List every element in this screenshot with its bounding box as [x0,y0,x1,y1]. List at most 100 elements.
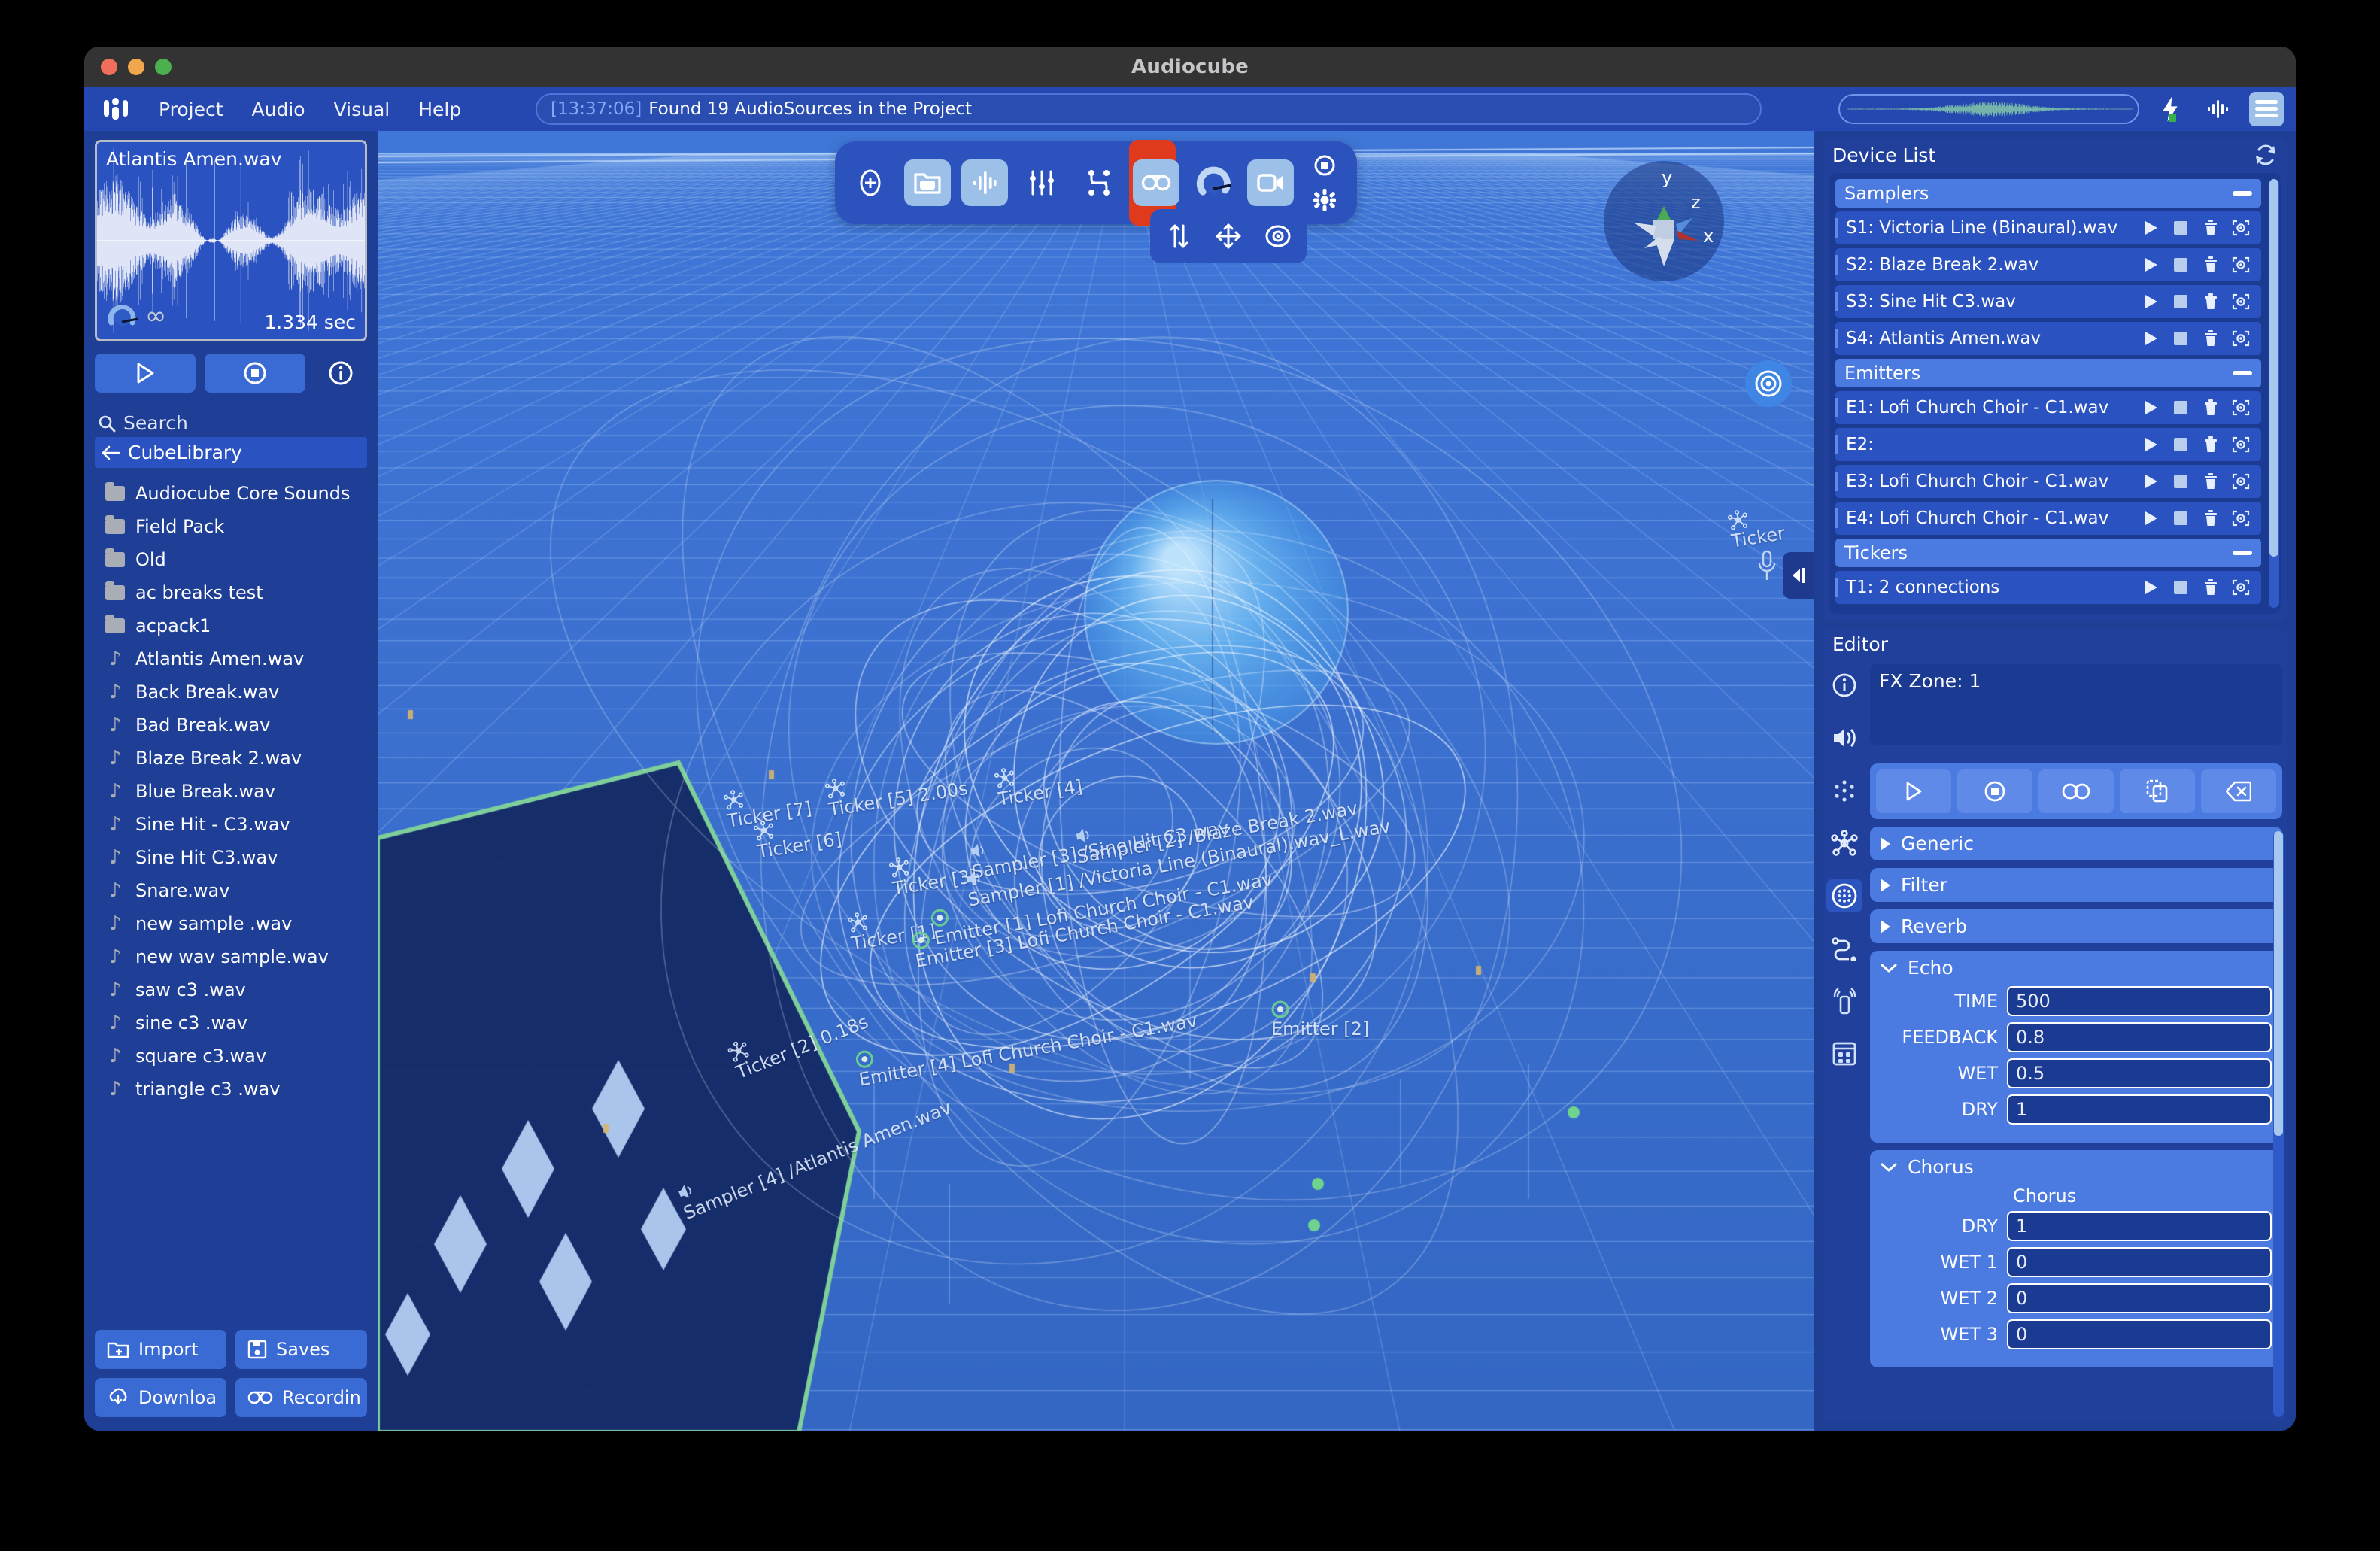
breadcrumb[interactable]: CubeLibrary [95,437,367,468]
routing-tool[interactable] [1076,159,1122,206]
panel-collapse-button[interactable] [1783,552,1814,599]
device-row[interactable]: E4: Lofi Church Choir - C1.wav [1835,502,2261,535]
collapse-icon[interactable] [2233,371,2252,375]
fx-section-reverb[interactable]: Reverb [1870,909,2282,943]
trash-icon[interactable] [2201,398,2221,417]
list-item[interactable]: ♪ new sample .wav [95,907,367,940]
list-item[interactable]: ♪ Blue Break.wav [95,775,367,808]
device-list-body[interactable]: Samplers S1: Victoria Line (Binaural).wav… [1829,173,2281,614]
stop-icon[interactable] [2171,255,2190,275]
play-icon[interactable] [2141,292,2160,311]
list-item[interactable]: Old [95,543,367,576]
master-waveform-preview[interactable] [1838,94,2139,124]
add-object-tool[interactable] [847,159,894,206]
download-button[interactable]: Downloa [95,1378,226,1417]
play-icon[interactable] [2141,329,2160,348]
fx-section-generic[interactable]: Generic [1870,827,2282,860]
play-icon[interactable] [2141,398,2160,417]
device-row[interactable]: S4: Atlantis Amen.wav [1835,322,2261,355]
mixer-tool[interactable] [1018,159,1065,206]
list-item[interactable]: ♪ Blaze Break 2.wav [95,742,367,775]
volume-knob[interactable] [105,299,139,333]
play-icon[interactable] [2141,508,2160,528]
device-row[interactable]: E1: Lofi Church Choir - C1.wav [1835,391,2261,424]
refresh-icon[interactable] [2254,143,2278,167]
focus-icon[interactable] [2231,578,2251,597]
device-row[interactable]: E3: Lofi Church Choir - C1.wav [1835,465,2261,498]
minimize-button[interactable] [128,59,144,75]
editor-main[interactable]: FX Zone: 1 Generic Filter Reverb Echo TI… [1865,658,2287,1422]
fx-field-input[interactable]: 500 [2007,986,2272,1016]
device-group-header[interactable]: Emitters [1835,359,2261,387]
fx-field-input[interactable]: 1 [2007,1211,2272,1241]
fx-field-input[interactable]: 0 [2007,1319,2272,1349]
list-item[interactable]: ♪ Bad Break.wav [95,709,367,742]
waveform-preview-card[interactable]: Atlantis Amen.wav 1.334 sec ∞ [95,140,367,341]
gear-icon[interactable] [1304,184,1345,217]
search-input[interactable]: Search [95,409,367,437]
play-icon[interactable] [2141,255,2160,275]
stop-icon[interactable] [2171,472,2190,491]
play-icon[interactable] [2141,472,2160,491]
lightning-icon[interactable] [2153,92,2187,126]
path-icon[interactable] [1826,932,1862,965]
list-item[interactable]: ♪ new wav sample.wav [95,940,367,973]
device-row[interactable]: S3: Sine Hit C3.wav [1835,285,2261,318]
list-item[interactable]: ♪ Atlantis Amen.wav [95,642,367,675]
list-item[interactable]: acpack1 [95,609,367,642]
stop-icon[interactable] [2171,578,2190,597]
eye-icon[interactable] [1257,215,1299,257]
fx-section-header[interactable]: Chorus [1881,1156,2272,1178]
device-list-scrollbar[interactable] [2269,179,2279,608]
node-graph-icon[interactable] [1826,827,1862,860]
volume-icon[interactable] [1826,721,1862,754]
trash-icon[interactable] [2201,472,2221,491]
trash-icon[interactable] [2201,508,2221,528]
list-item[interactable]: ♪ Back Break.wav [95,675,367,709]
menu-visual[interactable]: Visual [320,94,405,125]
fx-field-input[interactable]: 0 [2007,1247,2272,1277]
device-row[interactable]: E2: [1835,428,2261,461]
list-item[interactable]: ♪ Snare.wav [95,874,367,907]
audio-levels-icon[interactable] [2201,92,2236,126]
menu-icon[interactable] [2249,92,2284,126]
stop-icon[interactable] [2171,435,2190,454]
focus-icon[interactable] [2231,218,2251,238]
capture-tool[interactable] [1304,149,1345,182]
fx-section-filter[interactable]: Filter [1870,868,2282,902]
fx-duplicate-button[interactable] [2120,769,2195,813]
fx-play-button[interactable] [1876,769,1951,813]
menu-audio[interactable]: Audio [238,94,320,125]
focus-icon[interactable] [2231,292,2251,311]
room-tool[interactable] [904,159,951,206]
list-item[interactable]: ♪ sine c3 .wav [95,1006,367,1040]
listener-target-button[interactable] [1745,360,1792,407]
preview-stop-button[interactable] [205,354,305,393]
device-group-header[interactable]: Tickers [1835,539,2261,567]
fx-field-input[interactable]: 0 [2007,1283,2272,1313]
fx-zone-icon[interactable] [1826,879,1862,912]
fx-sections[interactable]: Generic Filter Reverb Echo TIME 500 FEEDBACK 0.… [1870,827,2282,1367]
import-button[interactable]: Import [95,1330,226,1369]
trash-icon[interactable] [2201,578,2221,597]
collapse-icon[interactable] [2233,551,2252,555]
maximize-button[interactable] [155,59,172,75]
stop-icon[interactable] [2171,292,2190,311]
play-icon[interactable] [2141,435,2160,454]
move-tool[interactable] [1207,215,1249,257]
fx-stop-button[interactable] [1957,769,2032,813]
list-item[interactable]: Field Pack [95,510,367,543]
device-row[interactable]: S1: Victoria Line (Binaural).wav [1835,211,2261,244]
fx-section-header[interactable]: Echo [1881,957,2272,979]
device-group-header[interactable]: Samplers [1835,179,2261,208]
stop-icon[interactable] [2171,398,2190,417]
list-item[interactable]: ♪ Sine Hit C3.wav [95,841,367,874]
list-item[interactable]: ♪ Sine Hit - C3.wav [95,808,367,841]
3d-viewport[interactable]: y z x Ticker [7] Ticker [6] Ticker [5] 2… [378,131,1814,1431]
list-item[interactable]: ♪ saw c3 .wav [95,973,367,1006]
camera-tool[interactable] [1247,159,1294,206]
fx-field-input[interactable]: 0.8 [2007,1022,2272,1052]
focus-icon[interactable] [2231,435,2251,454]
menu-project[interactable]: Project [144,94,238,125]
play-icon[interactable] [2141,578,2160,597]
